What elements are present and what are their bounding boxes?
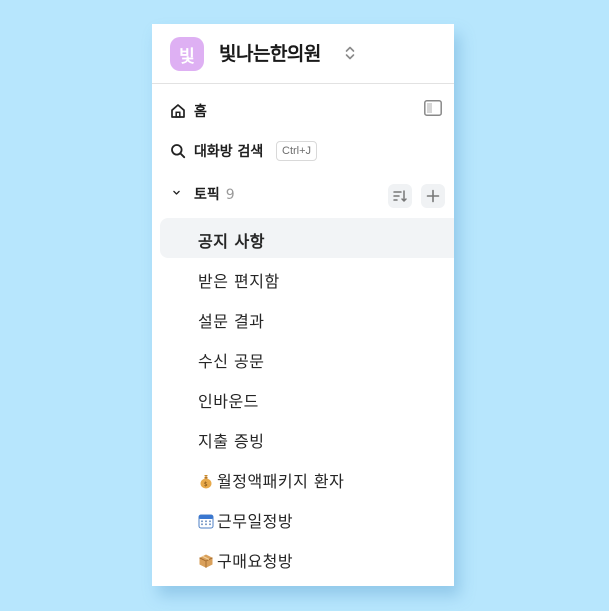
nav-search[interactable]: 대화방 검색 Ctrl+J xyxy=(160,131,454,171)
topic-item-content: $ 월정액패키지 환자 xyxy=(198,468,344,492)
topic-item-content: 근무일정방 xyxy=(198,508,293,532)
topic-item-inbox[interactable]: 받은 편지함 xyxy=(160,258,454,298)
topic-item-label: 지출 증빙 xyxy=(198,432,265,451)
topic-item-purchase-request[interactable]: 구매요청방 xyxy=(160,538,454,578)
svg-text:$: $ xyxy=(204,481,208,488)
topic-item-work-schedule[interactable]: 근무일정방 xyxy=(160,498,454,538)
topics-header-label: 토픽 9 xyxy=(194,184,235,204)
chevron-up-down-icon[interactable] xyxy=(344,44,356,62)
topic-item-label: 공지 사항 xyxy=(198,232,265,251)
topic-item-notice[interactable]: 공지 사항 xyxy=(160,218,454,258)
sidebar-panel: 빛 빛나는한의원 홈 대화방 검색 Ctrl+J 토픽 9 공지 사항 받은 편… xyxy=(152,24,454,586)
package-icon xyxy=(199,554,213,568)
nav-home-label: 홈 xyxy=(194,104,207,120)
money-bag-icon: $ xyxy=(200,475,212,489)
chevron-down-icon[interactable] xyxy=(172,188,184,200)
sidebar-toggle-icon[interactable] xyxy=(424,100,442,116)
sort-icon xyxy=(393,190,407,202)
nav-search-label: 대화방 검색 xyxy=(194,144,264,160)
topic-item-label: 근무일정방 xyxy=(217,512,294,531)
topic-item-label: 월정액패키지 환자 xyxy=(217,472,345,491)
topic-item-expense-proof[interactable]: 지출 증빙 xyxy=(160,418,454,458)
workspace-avatar: 빛 xyxy=(170,37,204,71)
calendar-icon xyxy=(198,514,214,529)
topic-item-inbound[interactable]: 인바운드 xyxy=(160,378,454,418)
topic-item-monthly-package[interactable]: $ 월정액패키지 환자 xyxy=(160,458,454,498)
workspace-name: 빛나는한의원 xyxy=(219,43,321,65)
sort-topics-button[interactable] xyxy=(388,184,412,208)
topic-item-received-docs[interactable]: 수신 공문 xyxy=(160,338,454,378)
topic-item-label: 받은 편지함 xyxy=(198,272,280,291)
topic-item-content: 구매요청방 xyxy=(198,548,293,572)
topic-item-label: 수신 공문 xyxy=(198,352,265,371)
workspace-header[interactable]: 빛 빛나는한의원 xyxy=(152,24,454,84)
topic-item-label: 설문 결과 xyxy=(198,312,265,331)
plus-icon xyxy=(426,189,440,203)
topic-item-label: 구매요청방 xyxy=(217,552,294,571)
home-icon xyxy=(171,104,185,118)
topics-label: 토픽 xyxy=(194,187,220,203)
topic-item-label: 인바운드 xyxy=(198,392,259,411)
topic-item-survey-results[interactable]: 설문 결과 xyxy=(160,298,454,338)
add-topic-button[interactable] xyxy=(421,184,445,208)
topics-count: 9 xyxy=(225,187,235,203)
search-icon xyxy=(171,144,186,159)
nav-home[interactable]: 홈 xyxy=(160,91,454,131)
search-shortcut-badge: Ctrl+J xyxy=(276,141,318,161)
